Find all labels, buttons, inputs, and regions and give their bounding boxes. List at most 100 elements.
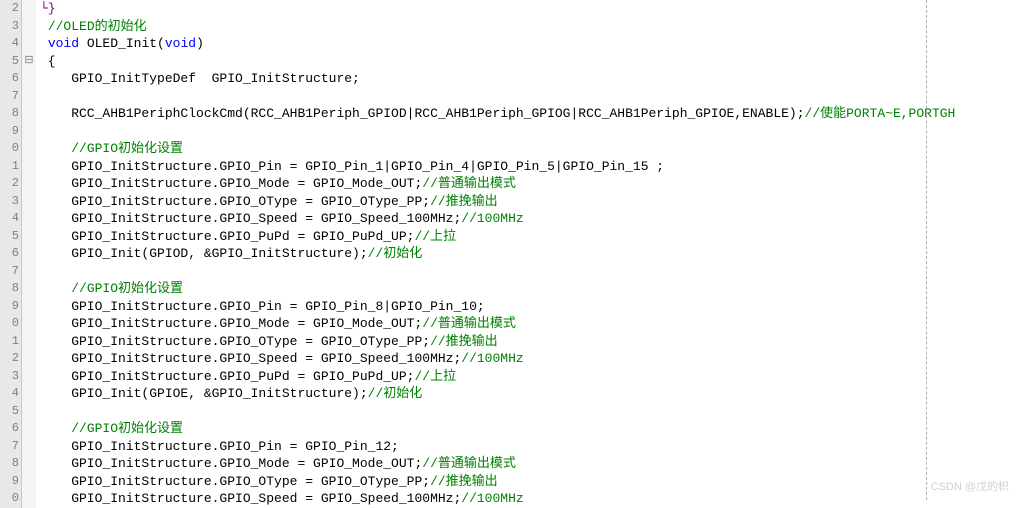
code-content[interactable]: GPIO_Init(GPIOD, &GPIO_InitStructure);//… [36,245,422,263]
code-line[interactable]: 7 [0,263,1019,281]
margin-ruler [926,0,927,500]
code-line[interactable]: 9 [0,123,1019,141]
code-content[interactable]: GPIO_InitTypeDef GPIO_InitStructure; [36,70,360,88]
code-content[interactable]: //OLED的初始化 [36,18,147,36]
code-editor[interactable]: 2└}3 //OLED的初始化4 void OLED_Init(void)5⊟ … [0,0,1019,508]
code-content[interactable]: //GPIO初始化设置 [36,140,183,158]
code-line[interactable]: 7 [0,88,1019,106]
code-content[interactable]: GPIO_InitStructure.GPIO_Speed = GPIO_Spe… [36,210,524,228]
fold-gutter [22,455,36,473]
line-number: 1 [0,333,22,351]
code-line[interactable]: 0 //GPIO初始化设置 [0,140,1019,158]
line-number: 7 [0,263,22,281]
fold-gutter [22,403,36,421]
line-number: 9 [0,123,22,141]
fold-gutter [22,385,36,403]
code-content[interactable]: GPIO_InitStructure.GPIO_PuPd = GPIO_PuPd… [36,368,456,386]
line-number: 0 [0,140,22,158]
code-content[interactable]: GPIO_InitStructure.GPIO_Speed = GPIO_Spe… [36,490,524,508]
fold-gutter [22,175,36,193]
code-line[interactable]: 5⊟ { [0,53,1019,71]
code-content[interactable]: void OLED_Init(void) [36,35,204,53]
code-content[interactable]: GPIO_InitStructure.GPIO_Pin = GPIO_Pin_8… [36,298,485,316]
line-number: 5 [0,53,22,71]
fold-gutter [22,333,36,351]
code-content[interactable]: GPIO_Init(GPIOE, &GPIO_InitStructure);//… [36,385,422,403]
fold-gutter [22,35,36,53]
line-number: 7 [0,88,22,106]
code-content[interactable]: //GPIO初始化设置 [36,280,183,298]
code-line[interactable]: 6 GPIO_Init(GPIOD, &GPIO_InitStructure);… [0,245,1019,263]
code-line[interactable]: 2 └} [0,0,1019,18]
code-line[interactable]: 9 GPIO_InitStructure.GPIO_Pin = GPIO_Pin… [0,298,1019,316]
line-number: 2 [0,0,22,18]
code-content[interactable] [36,403,40,421]
line-number: 4 [0,210,22,228]
code-line[interactable]: 6 GPIO_InitTypeDef GPIO_InitStructure; [0,70,1019,88]
code-content[interactable]: GPIO_InitStructure.GPIO_OType = GPIO_OTy… [36,193,498,211]
code-line[interactable]: 6 //GPIO初始化设置 [0,420,1019,438]
code-content[interactable]: { [36,53,56,71]
code-line[interactable]: 3 GPIO_InitStructure.GPIO_OType = GPIO_O… [0,193,1019,211]
fold-gutter [22,438,36,456]
code-line[interactable]: 2 GPIO_InitStructure.GPIO_Speed = GPIO_S… [0,350,1019,368]
watermark: CSDN @戊的帜 [931,479,1009,497]
code-line[interactable]: 8 //GPIO初始化设置 [0,280,1019,298]
fold-gutter [22,473,36,491]
fold-gutter [22,140,36,158]
code-line[interactable]: 4 void OLED_Init(void) [0,35,1019,53]
code-line[interactable]: 7 GPIO_InitStructure.GPIO_Pin = GPIO_Pin… [0,438,1019,456]
fold-gutter [22,280,36,298]
code-line[interactable]: 5 GPIO_InitStructure.GPIO_PuPd = GPIO_Pu… [0,228,1019,246]
fold-gutter[interactable]: ⊟ [22,53,36,71]
code-line[interactable]: 3 GPIO_InitStructure.GPIO_PuPd = GPIO_Pu… [0,368,1019,386]
code-line[interactable]: 8 GPIO_InitStructure.GPIO_Mode = GPIO_Mo… [0,455,1019,473]
fold-gutter [22,490,36,508]
code-content[interactable]: GPIO_InitStructure.GPIO_Mode = GPIO_Mode… [36,175,516,193]
fold-gutter [22,368,36,386]
line-number: 5 [0,403,22,421]
code-content[interactable]: RCC_AHB1PeriphClockCmd(RCC_AHB1Periph_GP… [36,105,955,123]
code-content[interactable]: GPIO_InitStructure.GPIO_OType = GPIO_OTy… [36,473,498,491]
fold-gutter [22,245,36,263]
code-content[interactable]: GPIO_InitStructure.GPIO_Speed = GPIO_Spe… [36,350,524,368]
fold-gutter [22,70,36,88]
fold-gutter [22,263,36,281]
code-line[interactable]: 3 //OLED的初始化 [0,18,1019,36]
code-line[interactable]: 2 GPIO_InitStructure.GPIO_Mode = GPIO_Mo… [0,175,1019,193]
code-line[interactable]: 8 RCC_AHB1PeriphClockCmd(RCC_AHB1Periph_… [0,105,1019,123]
code-line[interactable]: 4 GPIO_Init(GPIOE, &GPIO_InitStructure);… [0,385,1019,403]
line-number: 6 [0,245,22,263]
code-line[interactable]: 1 GPIO_InitStructure.GPIO_OType = GPIO_O… [0,333,1019,351]
line-number: 9 [0,298,22,316]
code-line[interactable]: 0 GPIO_InitStructure.GPIO_Mode = GPIO_Mo… [0,315,1019,333]
line-number: 0 [0,315,22,333]
code-line[interactable]: 9 GPIO_InitStructure.GPIO_OType = GPIO_O… [0,473,1019,491]
line-number: 2 [0,350,22,368]
fold-gutter [22,315,36,333]
line-number: 8 [0,105,22,123]
code-content[interactable]: //GPIO初始化设置 [36,420,183,438]
code-content[interactable]: GPIO_InitStructure.GPIO_Mode = GPIO_Mode… [36,455,516,473]
code-line[interactable]: 0 GPIO_InitStructure.GPIO_Speed = GPIO_S… [0,490,1019,508]
fold-gutter [22,158,36,176]
code-line[interactable]: 4 GPIO_InitStructure.GPIO_Speed = GPIO_S… [0,210,1019,228]
code-line[interactable]: 5 [0,403,1019,421]
fold-gutter [22,123,36,141]
line-number: 5 [0,228,22,246]
code-content[interactable]: GPIO_InitStructure.GPIO_OType = GPIO_OTy… [36,333,498,351]
line-number: 9 [0,473,22,491]
line-number: 2 [0,175,22,193]
code-content[interactable] [36,123,40,141]
code-content[interactable] [36,88,40,106]
fold-gutter [22,193,36,211]
line-number: 6 [0,420,22,438]
code-content[interactable]: GPIO_InitStructure.GPIO_PuPd = GPIO_PuPd… [36,228,456,246]
fold-gutter [22,105,36,123]
code-content[interactable]: GPIO_InitStructure.GPIO_Pin = GPIO_Pin_1… [36,158,664,176]
code-content[interactable] [36,263,40,281]
code-content[interactable]: GPIO_InitStructure.GPIO_Pin = GPIO_Pin_1… [36,438,399,456]
code-content[interactable]: └} [36,0,56,18]
code-content[interactable]: GPIO_InitStructure.GPIO_Mode = GPIO_Mode… [36,315,516,333]
code-line[interactable]: 1 GPIO_InitStructure.GPIO_Pin = GPIO_Pin… [0,158,1019,176]
